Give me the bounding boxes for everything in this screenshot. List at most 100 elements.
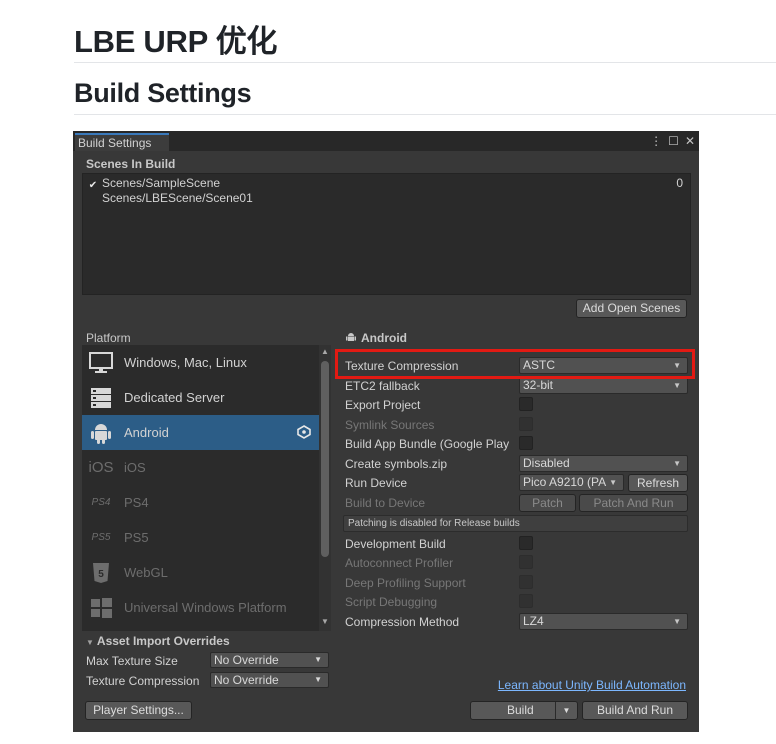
asset-import-header[interactable]: ▼ Asset Import Overrides (86, 634, 230, 648)
unity-logo-icon (297, 425, 311, 439)
run-device-value: Pico A9210 (PA (523, 475, 607, 489)
etc2-fallback-label: ETC2 fallback (345, 379, 420, 393)
scene-name: Scenes/SampleScene (102, 176, 221, 190)
highlight-box (335, 349, 695, 379)
export-project-checkbox[interactable] (519, 397, 533, 411)
maximize-icon[interactable]: ☐ (668, 134, 679, 148)
autoconnect-profiler-checkbox[interactable] (519, 555, 533, 569)
settings-header-label: Android (361, 331, 407, 345)
platform-label: Windows, Mac, Linux (124, 355, 247, 370)
foldout-icon[interactable]: ▼ (86, 638, 94, 647)
patch-and-run-button[interactable]: Patch And Run (579, 494, 688, 512)
doc-title-rule (74, 62, 776, 63)
html5-icon: 5 (88, 561, 114, 585)
platform-label: iOS (124, 460, 146, 475)
svg-text:5: 5 (98, 569, 104, 580)
doc-subtitle: Build Settings (74, 78, 252, 108)
platform-label: Android (124, 425, 169, 440)
create-symbols-label: Create symbols.zip (345, 457, 448, 471)
platform-item-ps5[interactable]: PS5 PS5 (82, 520, 319, 555)
player-settings-button[interactable]: Player Settings... (85, 701, 192, 720)
chevron-down-icon: ▼ (673, 617, 681, 626)
compression-method-value: LZ4 (523, 614, 544, 628)
scroll-thumb[interactable] (321, 361, 329, 557)
deep-profiling-checkbox[interactable] (519, 575, 533, 589)
ps4-icon: PS4 (91, 497, 111, 508)
platform-label: PS4 (124, 495, 149, 510)
build-settings-window: Build Settings ⋮ ☐ ✕ Scenes In Build ✔ Sc… (73, 131, 699, 732)
menu-icon[interactable]: ⋮ (650, 134, 662, 148)
script-debugging-checkbox[interactable] (519, 594, 533, 608)
scroll-down-icon[interactable]: ▼ (319, 617, 331, 627)
create-symbols-dropdown[interactable]: Disabled ▼ (519, 455, 688, 472)
doc-title: LBE URP 优化 (74, 24, 278, 59)
platform-list: Windows, Mac, Linux Dedicated Server And… (82, 345, 319, 631)
etc2-fallback-dropdown[interactable]: 32-bit ▼ (519, 377, 688, 394)
ai-texture-compression-value: No Override (214, 673, 279, 687)
platform-item-uwp[interactable]: Universal Windows Platform (82, 590, 319, 625)
compression-method-dropdown[interactable]: LZ4 ▼ (519, 613, 688, 630)
deep-profiling-label: Deep Profiling Support (345, 576, 466, 590)
patch-button[interactable]: Patch (519, 494, 576, 512)
platform-scrollbar[interactable]: ▲ ▼ (319, 345, 331, 631)
server-icon (88, 386, 114, 410)
add-open-scenes-button[interactable]: Add Open Scenes (576, 299, 687, 318)
android-small-icon (345, 331, 357, 343)
build-button-label: Build (507, 703, 534, 717)
chevron-down-icon: ▼ (673, 459, 681, 468)
platform-label: PS5 (124, 530, 149, 545)
build-and-run-button[interactable]: Build And Run (582, 701, 688, 720)
symlink-sources-checkbox[interactable] (519, 417, 533, 431)
platform-item-webgl[interactable]: 5 WebGL (82, 555, 319, 590)
chevron-down-icon: ▼ (314, 675, 322, 684)
platform-item-ios[interactable]: iOS iOS (82, 450, 319, 485)
scene-index: 0 (676, 176, 683, 190)
run-device-label: Run Device (345, 476, 408, 490)
build-dropdown-icon[interactable]: ▼ (555, 702, 577, 719)
compression-method-label: Compression Method (345, 615, 460, 629)
max-texture-size-label: Max Texture Size (86, 654, 178, 668)
learn-build-automation-link[interactable]: Learn about Unity Build Automation (498, 678, 686, 692)
scene-row[interactable]: ✔ Scenes/SampleScene 0 (87, 176, 687, 191)
etc2-fallback-value: 32-bit (523, 378, 554, 392)
patching-help-box: Patching is disabled for Release builds (343, 515, 688, 532)
chevron-down-icon: ▼ (314, 655, 322, 664)
platform-label: Dedicated Server (124, 390, 225, 405)
refresh-button[interactable]: Refresh (628, 474, 688, 492)
platform-header: Platform (86, 331, 131, 345)
scene-checkbox[interactable] (87, 191, 99, 203)
scene-name: Scenes/LBEScene/Scene01 (102, 191, 253, 205)
development-build-checkbox[interactable] (519, 536, 533, 550)
platform-item-dedicated-server[interactable]: Dedicated Server (82, 380, 319, 415)
window-controls: ⋮ ☐ ✕ (650, 133, 695, 149)
symlink-sources-label: Symlink Sources (345, 418, 435, 432)
scenes-list[interactable]: ✔ Scenes/SampleScene 0 Scenes/LBEScene/Sc… (82, 173, 691, 295)
ai-texture-compression-label: Texture Compression (86, 674, 200, 688)
scene-row[interactable]: Scenes/LBEScene/Scene01 (87, 191, 687, 206)
build-app-bundle-label: Build App Bundle (Google Play (345, 437, 510, 451)
build-button[interactable]: Build ▼ (470, 701, 578, 720)
android-icon (88, 421, 114, 445)
platform-item-windows[interactable]: Windows, Mac, Linux (82, 345, 319, 380)
scroll-up-icon[interactable]: ▲ (319, 347, 331, 357)
ai-texture-compression-dropdown[interactable]: No Override ▼ (210, 672, 329, 688)
asset-import-header-label: Asset Import Overrides (96, 634, 230, 648)
platform-label: Universal Windows Platform (124, 600, 287, 615)
windows-logo-icon (88, 596, 114, 620)
max-texture-size-value: No Override (214, 653, 279, 667)
window-titlebar: Build Settings ⋮ ☐ ✕ (73, 131, 699, 151)
close-icon[interactable]: ✕ (685, 134, 695, 148)
create-symbols-value: Disabled (523, 456, 570, 470)
export-project-label: Export Project (345, 398, 421, 412)
monitor-icon (88, 351, 114, 375)
scenes-header: Scenes In Build (86, 157, 176, 171)
platform-item-android[interactable]: Android (82, 415, 319, 450)
build-app-bundle-checkbox[interactable] (519, 436, 533, 450)
window-tab[interactable]: Build Settings (75, 133, 169, 151)
run-device-dropdown[interactable]: Pico A9210 (PA ▼ (519, 474, 624, 491)
platform-item-ps4[interactable]: PS4 PS4 (82, 485, 319, 520)
build-to-device-label: Build to Device (345, 496, 426, 510)
ps5-icon: PS5 (91, 532, 111, 543)
max-texture-size-dropdown[interactable]: No Override ▼ (210, 652, 329, 668)
doc-subtitle-rule (74, 114, 776, 115)
